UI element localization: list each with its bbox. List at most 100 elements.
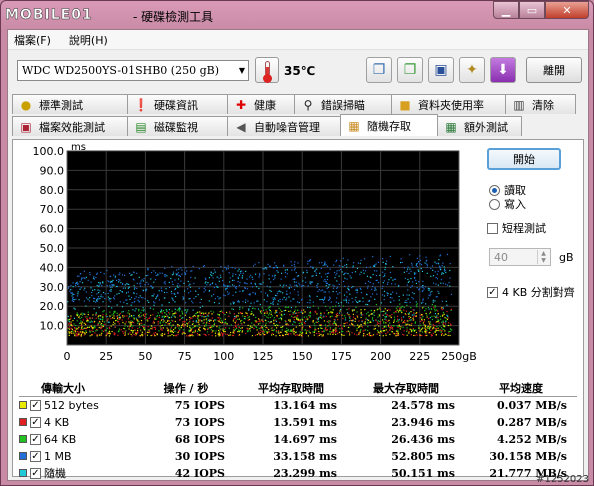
data-point [69, 326, 71, 328]
data-point [421, 317, 423, 319]
minimize-button[interactable]: ▁ [493, 1, 519, 19]
download-button[interactable]: ⬇ [490, 57, 516, 83]
series-checkbox[interactable]: ✓ [30, 450, 41, 462]
data-point [148, 317, 150, 320]
copy-all-button[interactable]: ❐ [397, 57, 423, 83]
tab-file-benchmark[interactable]: ▣ 檔案效能測試 [12, 116, 128, 136]
data-point [391, 313, 393, 316]
tab-aam[interactable]: ◀ 自動噪音管理 [227, 116, 341, 136]
data-point [367, 329, 369, 332]
data-point [224, 266, 226, 268]
title-bar[interactable]: MOBILE01 - 硬碟檢測工具 ▁ ▭ ✕ [1, 1, 594, 29]
maximize-button[interactable]: ▭ [519, 1, 545, 19]
spinner-arrows-icon[interactable]: ▲ ▼ [537, 250, 549, 264]
data-point [441, 330, 443, 332]
data-point [257, 318, 260, 320]
series-checkbox[interactable]: ✓ [30, 467, 41, 479]
data-point [287, 334, 289, 336]
align-4kb-checkbox[interactable]: ✓ 4 KB 分割對齊 [487, 284, 575, 300]
data-point [424, 310, 426, 312]
data-point [365, 317, 367, 319]
data-point [307, 318, 309, 320]
data-point [258, 273, 261, 275]
tab-random-access[interactable]: ▦ 隨機存取 [340, 114, 438, 136]
data-point [314, 311, 316, 313]
data-point [126, 325, 129, 328]
data-point [411, 322, 413, 325]
tab-error-scan[interactable]: ⚲ 錯誤掃瞄 [294, 94, 392, 114]
row-max-access: 50.151 ms [391, 466, 455, 480]
data-point [325, 273, 327, 275]
copy-button[interactable]: ❐ [366, 57, 392, 83]
tab-benchmark[interactable]: ● 標準測試 [12, 94, 128, 114]
data-point [285, 323, 287, 325]
data-point [209, 274, 212, 276]
data-point [302, 326, 304, 328]
data-point [316, 332, 318, 335]
data-point [82, 331, 84, 333]
save-button[interactable]: ▣ [428, 57, 454, 83]
data-point [435, 316, 437, 318]
data-point [177, 330, 180, 332]
data-point [101, 330, 103, 332]
drive-select[interactable]: WDC WD2500YS-01SHB0 (250 gB) ▼ [17, 60, 249, 81]
data-point [360, 314, 362, 316]
data-point [111, 314, 113, 316]
data-point [135, 333, 137, 335]
data-point [205, 316, 207, 318]
data-point [381, 287, 383, 290]
data-point [166, 275, 168, 277]
data-point [438, 259, 440, 261]
data-point [320, 312, 322, 315]
data-point [448, 330, 450, 333]
tab-info[interactable]: ❗ 硬碟資訊 [127, 94, 228, 114]
write-radio[interactable]: 寫入 [489, 196, 526, 212]
data-point [322, 335, 325, 337]
size-spinner[interactable]: 40 ▲ ▼ [489, 248, 551, 266]
data-point [232, 334, 235, 337]
close-button[interactable]: ✕ [545, 1, 589, 19]
short-test-checkbox[interactable]: 短程測試 [487, 220, 546, 236]
data-point [124, 330, 126, 332]
tab-health[interactable]: ✚ 健康 [227, 94, 295, 114]
menu-file[interactable]: 檔案(F) [14, 32, 51, 48]
data-point [82, 328, 84, 331]
data-point [198, 329, 200, 331]
series-checkbox[interactable]: ✓ [30, 433, 41, 445]
data-point [332, 330, 334, 332]
data-point [329, 331, 331, 333]
data-point [362, 300, 364, 303]
tab-erase[interactable]: ▥ 清除 [505, 94, 576, 114]
series-checkbox[interactable]: ✓ [30, 399, 41, 411]
data-point [228, 272, 230, 274]
data-point [108, 281, 110, 283]
tab-folder-usage[interactable]: ■ 資料夾使用率 [391, 94, 506, 114]
data-point [212, 293, 215, 296]
data-point [280, 291, 282, 293]
data-point [190, 334, 192, 336]
data-point [95, 328, 98, 331]
tab-extra-tests[interactable]: ▦ 額外測試 [437, 116, 522, 136]
data-point [119, 272, 121, 274]
data-point [364, 335, 366, 337]
data-point [74, 334, 76, 336]
data-point [408, 316, 410, 318]
data-point [117, 316, 119, 319]
data-point [406, 301, 408, 304]
data-point [398, 324, 400, 327]
data-point [413, 312, 415, 314]
data-point [283, 296, 285, 299]
menu-help[interactable]: 說明(H) [69, 32, 108, 48]
options-button[interactable]: ✦ [459, 57, 485, 83]
start-button[interactable]: 開始 [487, 148, 561, 170]
data-point [185, 309, 187, 311]
data-point [79, 288, 81, 290]
data-point [128, 310, 130, 312]
exit-button[interactable]: 離開 [526, 57, 582, 83]
tab-disk-monitor[interactable]: ▤ 磁碟監視 [127, 116, 228, 136]
data-point [244, 318, 246, 320]
data-point [326, 287, 328, 290]
data-point [222, 328, 224, 330]
series-checkbox[interactable]: ✓ [30, 416, 41, 428]
data-point [110, 318, 112, 320]
